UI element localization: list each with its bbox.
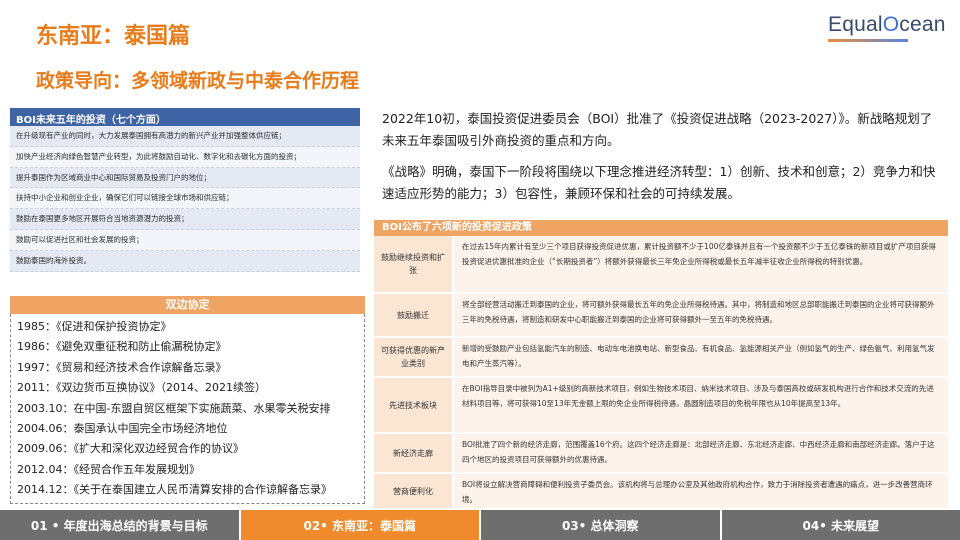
bilateral-item: 1997：《贸易和经济技术合作谅解备忘录》 [17,360,227,374]
tab-background-goals[interactable]: 01 • 年度出海总结的背景与目标 [0,510,239,540]
policy-description: 将全部经营活动搬迁到泰国的企业，将可额外获得最长五年的免企业所得税待遇。其中，将… [454,294,948,336]
strategy-intro: 2022年10初，泰国投资促进委员会（BOI）批准了《投资促进战略（2023-2… [382,108,942,214]
bilateral-item: 2014.12：《关于在泰国建立人民币清算安排的合作谅解备忘录》 [17,483,332,497]
bilateral-panel-title: 双边协定 [10,296,365,314]
policy-table-title: BOI公布了六项新的投资促进政策 [374,220,948,236]
bilateral-item: 2003.10：在中国-东盟自贸区框架下实施蔬菜、水果零关税安排 [17,401,331,415]
boi-item: 加快产业经济向绿色智慧产业转型，为此将鼓励自动化、数字化和去碳化方面的投资； [10,146,360,168]
logo-text-o: O [882,13,900,36]
policy-description: BOI将设立解决营商障碍和便利投资子委员会。该机构将与总理办公室及其他政府机构合… [454,474,948,508]
policy-row: 新经济走廊 BOI批准了四个新的经济走廊，范围覆盖16个府。这四个经济走廊是：北… [374,434,948,474]
boi-item: 鼓励在泰国更多地区开展符合当地资源潜力的投资； [10,209,360,230]
policy-description: 新增的受鼓励产业包括氢能汽车的制造、电动车电池换电站、新型食品、有机食品、氢能源… [454,338,948,376]
bilateral-item-list: 1985：《促进和保护投资协定》 1986：《避免双重征税和防止偷漏税协定》 1… [10,314,365,504]
policy-category: 可获得优惠的新产业类别 [374,338,452,376]
policy-category: 鼓励继续投资和扩张 [374,236,452,292]
policy-row: 鼓励继续投资和扩张 在过去15年内累计有至少三个项目获得投资促进优惠，累计投资额… [374,236,948,294]
page-subtitle: 政策导向：多领域新政与中泰合作历程 [36,70,360,92]
boi-item: 鼓励泰国的海外投资。 [10,250,360,272]
policy-category: 先进技术板块 [374,378,452,432]
logo-text-cean: cean [899,13,946,36]
boi-item: 提升泰国作为区域商业中心和国际贸易及投资门户的地位； [10,167,360,189]
boi-item: 鼓励可以促进社区和社会发展的投资； [10,229,360,251]
bilateral-item: 2011：《双边货币互换协议》（2014、2021续签） [17,381,266,395]
bilateral-item: 1985：《促进和保护投资协定》 [17,320,172,333]
boi-item: 在升级现有产业的同时，大力发展泰国拥有高潜力的新兴产业并加强整体供应链； [10,126,360,147]
intro-paragraph-1: 2022年10初，泰国投资促进委员会（BOI）批准了《投资促进战略（2023-2… [382,111,933,148]
bilateral-item: 1986：《避免双重征税和防止偷漏税协定》 [17,340,227,354]
bilateral-item: 2012.04：《经贸合作五年发展规划》 [17,462,200,476]
tab-overall-insights[interactable]: 03• 总体洞察 [479,510,720,540]
tab-southeast-asia-thailand[interactable]: 02• 东南亚：泰国篇 [238,510,479,540]
logo-underline [828,39,908,42]
logo-text-equal: Equal [828,13,883,36]
bilateral-agreements-panel: 双边协定 1985：《促进和保护投资协定》 1986：《避免双重征税和防止偷漏税… [10,296,365,504]
boi-item: 扶持中小企业和创业企业，确保它们可以链接全球市场和供应链； [10,188,360,210]
policy-description: BOI批准了四个新的经济走廊，范围覆盖16个府。这四个经济走廊是：北部经济走廊、… [454,434,948,472]
policy-table: BOI公布了六项新的投资促进政策 鼓励继续投资和扩张 在过去15年内累计有至少三… [374,220,948,510]
boi-investment-panel: BOI未来五年的投资（七个方面） 在升级现有产业的同时，大力发展泰国拥有高潜力的… [10,108,360,272]
policy-description: 在BOI指导目录中被列为A1+级别的高新技术项目，例如生物技术项目、纳米技术项目… [454,378,948,432]
policy-category: 鼓励搬迁 [374,294,452,336]
section-nav: 01 • 年度出海总结的背景与目标 02• 东南亚：泰国篇 03• 总体洞察 0… [0,510,960,540]
page-title: 东南亚：泰国篇 [36,24,191,49]
boi-panel-title: BOI未来五年的投资（七个方面） [10,108,360,126]
policy-category: 营商便利化 [374,474,452,508]
equalocean-logo: EqualOcean [828,13,946,37]
policy-description: 在过去15年内累计有至少三个项目获得投资促进优惠，累计投资额不少于100亿泰铢并… [454,236,948,292]
policy-row: 先进技术板块 在BOI指导目录中被列为A1+级别的高新技术项目，例如生物技术项目… [374,378,948,434]
policy-category: 新经济走廊 [374,434,452,472]
intro-paragraph-2: 《战略》明确，泰国下一阶段将围绕以下理念推进经济转型：1）创新、技术和创意；2）… [382,164,936,201]
bilateral-item: 2009.06：《扩大和深化双边经贸合作的协议》 [17,442,244,456]
policy-row: 营商便利化 BOI将设立解决营商障碍和便利投资子委员会。该机构将与总理办公室及其… [374,474,948,510]
bilateral-item: 2004.06：泰国承认中国完全市场经济地位 [17,421,228,435]
boi-item-list: 在升级现有产业的同时，大力发展泰国拥有高潜力的新兴产业并加强整体供应链； 加快产… [10,126,360,272]
policy-row: 可获得优惠的新产业类别 新增的受鼓励产业包括氢能汽车的制造、电动车电池换电站、新… [374,338,948,378]
tab-future-outlook[interactable]: 04• 未来展望 [719,510,960,540]
policy-row: 鼓励搬迁 将全部经营活动搬迁到泰国的企业，将可额外获得最长五年的免企业所得税待遇… [374,294,948,338]
